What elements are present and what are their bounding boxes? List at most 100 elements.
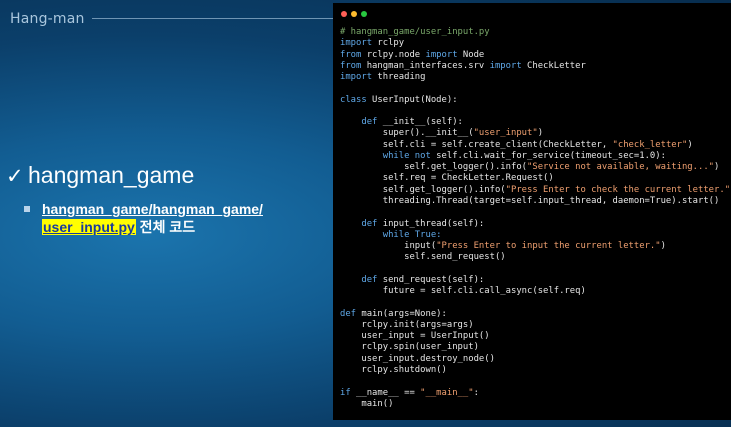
code-line: user_input = UserInput() (340, 331, 731, 342)
code-token: ) (660, 241, 666, 252)
code-line: from rclpy.node import Node (340, 50, 731, 61)
code-line: def main(args=None): (340, 309, 731, 320)
code-token: user_input = UserInput() (340, 331, 490, 342)
code-token: send_request(self): (377, 274, 485, 285)
code-token: "Service not available, waiting..." (527, 162, 715, 173)
code-line: from hangman_interfaces.srv import Check… (340, 61, 731, 72)
code-token: __name__ == (350, 387, 421, 398)
bullet-text: hangman_game/hangman_game/ user_input.py… (42, 200, 263, 236)
minimize-dot-icon[interactable] (351, 11, 357, 17)
code-line: future = self.cli.call_async(self.req) (340, 286, 731, 297)
code-line: def send_request(self): (340, 275, 731, 286)
code-line: threading.Thread(target=self.input_threa… (340, 196, 731, 207)
code-token: user_input.destroy_node() (340, 353, 495, 364)
maximize-dot-icon[interactable] (361, 11, 367, 17)
code-token: import (340, 38, 373, 49)
code-line: if __name__ == "__main__": (340, 388, 731, 399)
code-token: Node (457, 49, 485, 60)
code-token: input_thread(self): (377, 218, 485, 229)
code-token: "check_letter" (612, 139, 688, 150)
code-line: self.send_request() (340, 252, 731, 263)
code-token: import (340, 72, 373, 83)
code-line: main() (340, 399, 731, 410)
code-token: self.cli = self.create_client(CheckLette… (340, 139, 613, 150)
code-token: self.get_logger().info( (340, 184, 506, 195)
code-line: def input_thread(self): (340, 219, 731, 230)
section-heading: hangman_game (28, 162, 195, 188)
code-line: # hangman_game/user_input.py (340, 27, 731, 38)
code-token: self.get_logger().info( (340, 162, 528, 173)
code-token: if (340, 387, 351, 398)
heading-row: ✓ hangman_game (6, 162, 194, 189)
code-token: ) (537, 128, 544, 139)
code-token: ) (714, 162, 720, 173)
code-token: # hangman_game/user_input.py (340, 27, 490, 37)
code-line: def __init__(self): (340, 117, 731, 128)
code-line: import rclpy (340, 38, 731, 49)
title-divider (92, 18, 337, 19)
bullet-item: hangman_game/hangman_game/ user_input.py… (24, 200, 263, 236)
code-line: class UserInput(Node): (340, 95, 731, 106)
code-line: user_input.destroy_node() (340, 354, 731, 365)
code-token: while True: (382, 229, 442, 240)
code-token: from (340, 60, 362, 71)
code-token: future = self.cli.call_async(self.req) (340, 286, 586, 297)
code-token: while not (382, 150, 431, 161)
code-token: self.req = CheckLetter.Request() (340, 173, 554, 184)
code-token: ) (687, 139, 693, 150)
code-token: rclpy.init(args=args) (340, 319, 474, 330)
close-dot-icon[interactable] (341, 11, 347, 17)
code-token: from (340, 49, 362, 60)
file-name-highlight[interactable]: user_input.py (42, 219, 136, 235)
code-block: # hangman_game/user_input.py import rclpy… (340, 27, 731, 410)
code-token: main() (340, 398, 394, 409)
file-path-link[interactable]: hangman_game/hangman_game/ (42, 201, 263, 217)
code-token: def (361, 274, 378, 285)
code-line: rclpy.spin(user_input) (340, 342, 731, 353)
code-token: self.cli.wait_for_service(timeout_sec=1.… (430, 150, 666, 161)
code-token: "__main__" (420, 387, 474, 398)
code-line: self.get_logger().info("Press Enter to c… (340, 185, 731, 196)
code-line: self.get_logger().info("Service not avai… (340, 162, 731, 173)
code-token: def (361, 117, 378, 128)
code-token: CheckLetter (521, 60, 586, 71)
code-line: while not self.cli.wait_for_service(time… (340, 151, 731, 162)
code-token: threading (372, 72, 426, 83)
code-token: def (361, 218, 378, 229)
code-line: while True: (340, 230, 731, 241)
code-token: "user_input" (473, 128, 538, 139)
code-token: UserInput(Node): (366, 94, 458, 105)
code-token: main(args=None): (356, 308, 447, 319)
code-token: rclpy.spin(user_input) (340, 342, 479, 353)
code-editor-window: # hangman_game/user_input.py import rclpy… (333, 3, 731, 420)
code-token: threading.Thread(target=self.input_threa… (340, 195, 720, 206)
square-bullet-icon (24, 206, 30, 212)
code-token: super().__init__( (340, 128, 474, 139)
slide-title: Hang-man (10, 11, 85, 27)
code-token: import (425, 49, 458, 60)
code-line: input("Press Enter to input the current … (340, 241, 731, 252)
code-token: import (489, 60, 522, 71)
code-token: "Press Enter to input the current letter… (436, 241, 661, 252)
window-controls (341, 11, 367, 17)
code-token: "Press Enter to check the current letter… (505, 184, 731, 195)
code-line: super().__init__("user_input") (340, 128, 731, 139)
check-icon: ✓ (6, 163, 24, 188)
code-token: rclpy.node (361, 49, 426, 60)
code-token: rclpy.shutdown() (340, 364, 447, 375)
code-line: import threading (340, 72, 731, 83)
code-line: self.cli = self.create_client(CheckLette… (340, 140, 731, 151)
code-token: __init__(self): (377, 117, 463, 128)
code-token: : (473, 387, 479, 398)
